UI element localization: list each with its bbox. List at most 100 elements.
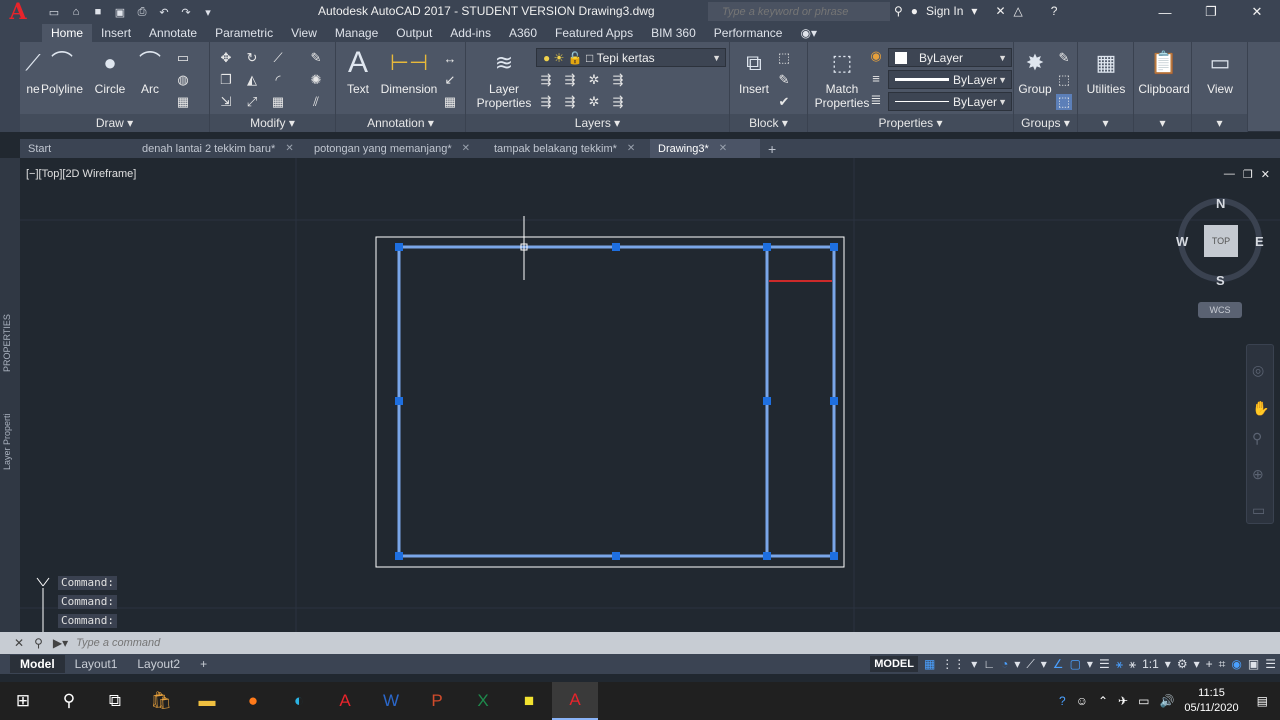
wcs-menu[interactable]: WCS (1198, 302, 1242, 318)
task-view-icon[interactable]: ⧉ (92, 682, 138, 720)
grip[interactable] (395, 397, 403, 405)
orbit-icon[interactable]: ⊕ (1252, 466, 1264, 483)
close-icon[interactable]: ✕ (14, 636, 24, 650)
dimension-button[interactable]: ⊢⊣ Dimension (378, 48, 440, 97)
doc-tab-drawing3[interactable]: Drawing3* ✕ (650, 139, 760, 158)
grid-icon[interactable]: ▦ (924, 657, 935, 671)
showmotion-icon[interactable]: ▭ (1252, 502, 1265, 519)
grip[interactable] (763, 552, 771, 560)
autocad-logo-icon[interactable]: A (0, 0, 36, 25)
groups-panel-title[interactable]: Groups ▾ (1014, 114, 1077, 132)
grip[interactable] (612, 243, 620, 251)
search-icon[interactable]: ⚲ (46, 682, 92, 720)
layer-tool-2-icon[interactable]: ⇶ (562, 72, 578, 88)
add-layout-button[interactable]: + (190, 655, 217, 673)
fillet-icon[interactable]: ◜ (270, 72, 286, 88)
layer-properties-palette-tab[interactable]: Layer Properti (2, 413, 12, 470)
new-icon[interactable]: ▭ (46, 5, 62, 19)
battery-icon[interactable]: ▭ (1138, 694, 1149, 708)
viewcube-top-face[interactable]: TOP (1204, 225, 1238, 257)
grip[interactable] (763, 243, 771, 251)
object-snap-icon[interactable]: ▢ (1070, 657, 1081, 671)
windows-start-icon[interactable]: ⊞ (0, 682, 46, 720)
tab-insert[interactable]: Insert (92, 24, 140, 42)
polar-icon[interactable]: ◔ (1001, 657, 1008, 671)
arc-button[interactable]: ⌒ Arc (135, 48, 165, 97)
close-icon[interactable]: ✕ (627, 143, 635, 154)
color-dropdown[interactable]: ByLayer ▼ (888, 48, 1012, 67)
doc-tab-tampak[interactable]: tampak belakang tekkim* ✕ (486, 139, 650, 158)
tab-model[interactable]: Model (10, 655, 65, 673)
group-select-icon[interactable]: ⬚ (1056, 94, 1072, 110)
network-icon[interactable]: ✈ (1118, 694, 1128, 708)
chevron-up-icon[interactable]: ⌃ (1098, 694, 1108, 708)
edit-block-icon[interactable]: ✎ (776, 72, 792, 88)
exchange-icon[interactable]: ✕ (995, 4, 1005, 18)
compass-east[interactable]: E (1255, 234, 1264, 249)
view-panel-dropdown[interactable]: ▾ (1192, 114, 1247, 132)
annotation-panel-title[interactable]: Annotation ▾ (336, 114, 465, 132)
tab-manage[interactable]: Manage (326, 24, 387, 42)
move-icon[interactable]: ✥ (218, 50, 234, 66)
create-block-icon[interactable]: ⬚ (776, 50, 792, 66)
isolate-objects-icon[interactable]: ◉ (1231, 657, 1241, 671)
linetype-dropdown[interactable]: ByLayer ▼ (888, 70, 1012, 89)
close-icon[interactable]: ✕ (1234, 0, 1280, 24)
tab-home[interactable]: Home (42, 24, 93, 42)
trim-icon[interactable]: ⟋ (270, 50, 286, 66)
chevron-down-icon[interactable]: ▾ (1165, 657, 1171, 671)
linetype-icon[interactable]: ≡ (868, 70, 884, 86)
array-icon[interactable]: ▦ (270, 94, 286, 110)
ungroup-icon[interactable]: ✎ (1056, 50, 1072, 66)
mirror-icon[interactable]: ◭ (244, 72, 260, 88)
layer-tool-3-icon[interactable]: ✲ (586, 72, 602, 88)
leader-icon[interactable]: ↙ (442, 72, 458, 88)
tab-add-ins[interactable]: Add-ins (441, 24, 500, 42)
grip[interactable] (763, 397, 771, 405)
layer-tool-7-icon[interactable]: ✲ (586, 94, 602, 110)
customize-status-icon[interactable]: ☰ (1265, 657, 1276, 671)
tab-view[interactable]: View (282, 24, 326, 42)
erase-icon[interactable]: ✎ (308, 50, 324, 66)
grip[interactable] (395, 552, 403, 560)
undo-icon[interactable]: ↶ (156, 5, 172, 19)
snap-icon[interactable]: ⋮⋮ (941, 657, 965, 671)
help-icon[interactable]: ? (1059, 694, 1066, 708)
redo-icon[interactable]: ↷ (178, 5, 194, 19)
tab-output[interactable]: Output (387, 24, 441, 42)
scale-dropdown[interactable]: 1:1 (1142, 657, 1159, 671)
units-icon[interactable]: ⌗ (1219, 657, 1226, 672)
lineweight-dropdown[interactable]: ByLayer ▼ (888, 92, 1012, 111)
close-icon[interactable]: ✕ (462, 143, 470, 154)
attribute-icon[interactable]: ✔ (776, 94, 792, 110)
properties-palette-tab[interactable]: PROPERTIES (2, 314, 12, 372)
sticky-notes-icon[interactable]: ■ (506, 682, 552, 720)
draw-panel-title[interactable]: Draw ▾ (20, 114, 209, 132)
drawing-viewport[interactable]: [−][Top][2D Wireframe] — ❐ ✕ TOP N S W E… (20, 158, 1280, 632)
rotate-icon[interactable]: ↻ (244, 50, 260, 66)
print-icon[interactable]: ⎙ (134, 5, 150, 19)
clipboard-panel-dropdown[interactable]: ▾ (1134, 114, 1191, 132)
offset-icon[interactable]: ⫽ (308, 94, 324, 110)
tab-layout2[interactable]: Layout2 (127, 655, 190, 673)
file-explorer-icon[interactable]: ▬ (184, 682, 230, 720)
stretch-icon[interactable]: ⇲ (218, 94, 234, 110)
utilities-button[interactable]: ▦ Utilities (1080, 48, 1132, 97)
clock[interactable]: 11:15 05/11/2020 (1184, 686, 1238, 716)
search-input[interactable] (708, 5, 878, 18)
properties-panel-title[interactable]: Properties ▾ (808, 114, 1013, 132)
compass-west[interactable]: W (1176, 234, 1188, 249)
ortho-icon[interactable]: ∟ (983, 657, 995, 671)
layer-tool-8-icon[interactable]: ⇶ (610, 94, 626, 110)
layer-tool-1-icon[interactable]: ⇶ (538, 72, 554, 88)
doc-tab-denah[interactable]: denah lantai 2 tekkim baru* ✕ (134, 139, 306, 158)
tab-layout1[interactable]: Layout1 (65, 655, 128, 673)
save-as-icon[interactable]: ▣ (112, 5, 128, 19)
excel-icon[interactable]: X (460, 682, 506, 720)
drawing-canvas[interactable] (20, 158, 1280, 632)
tab-bim360[interactable]: BIM 360 (642, 24, 705, 42)
table-icon[interactable]: ▦ (442, 94, 458, 110)
compass-north[interactable]: N (1216, 196, 1225, 211)
layer-tool-5-icon[interactable]: ⇶ (538, 94, 554, 110)
text-button[interactable]: A Text (340, 48, 376, 97)
